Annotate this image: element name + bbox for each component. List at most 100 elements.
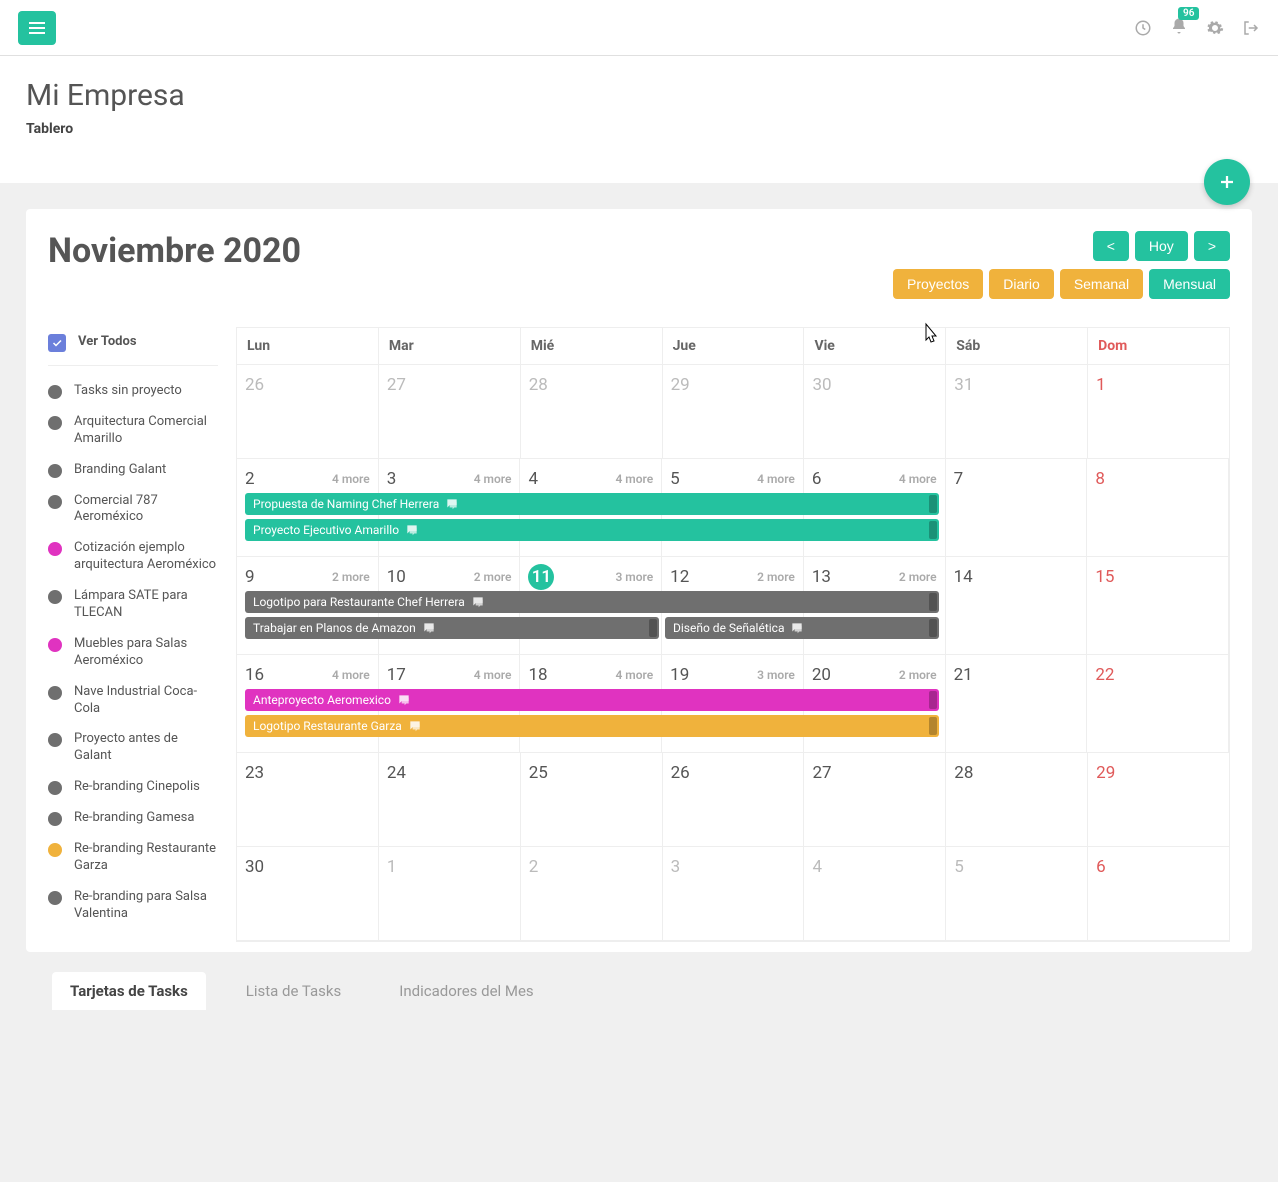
calendar-event[interactable]: Proyecto Ejecutivo Amarillo (245, 519, 939, 541)
event-handle[interactable] (929, 593, 937, 611)
tab-lista[interactable]: Lista de Tasks (228, 972, 359, 1010)
calendar-day[interactable]: 2 (521, 847, 663, 940)
calendar-day[interactable]: 26 (663, 753, 805, 846)
calendar-day[interactable]: 14 (946, 557, 1088, 654)
more-link[interactable]: 4 more (899, 472, 937, 486)
event-handle[interactable] (929, 619, 937, 637)
calendar-day[interactable]: 25 (521, 753, 663, 846)
event-handle[interactable] (649, 619, 657, 637)
gear-icon[interactable] (1206, 19, 1224, 37)
calendar-day[interactable]: 4 (804, 847, 946, 940)
view-mensual-button[interactable]: Mensual (1149, 269, 1230, 299)
sidebar-item[interactable]: Arquitectura Comercial Amarillo (48, 407, 218, 455)
calendar-day[interactable]: 26 (237, 365, 379, 458)
view-diario-button[interactable]: Diario (989, 269, 1054, 299)
calendar-day[interactable]: 29 (663, 365, 805, 458)
sidebar-all[interactable]: Ver Todos (48, 327, 218, 359)
more-link[interactable]: 3 more (757, 668, 795, 682)
calendar-day[interactable]: 15 (1087, 557, 1229, 654)
project-dot-icon (48, 385, 62, 399)
calendar-day[interactable]: 27 (804, 753, 946, 846)
sidebar-item[interactable]: Comercial 787 Aeroméxico (48, 486, 218, 534)
more-link[interactable]: 2 more (899, 570, 937, 584)
sidebar-item[interactable]: Branding Galant (48, 455, 218, 486)
tab-tarjetas[interactable]: Tarjetas de Tasks (52, 972, 206, 1010)
sidebar-item-label: Cotización ejemplo arquitectura Aeroméxi… (74, 540, 218, 574)
more-link[interactable]: 4 more (474, 668, 512, 682)
calendar-panel: Noviembre 2020 < Hoy > Proyectos Diario … (26, 209, 1252, 952)
day-number: 30 (812, 375, 831, 395)
day-header: Vie (804, 328, 946, 365)
chat-icon (422, 621, 436, 635)
calendar-day[interactable]: 1 (1088, 365, 1229, 458)
event-handle[interactable] (929, 691, 937, 709)
next-button[interactable]: > (1194, 231, 1230, 261)
sidebar-item[interactable]: Cotización ejemplo arquitectura Aeroméxi… (48, 533, 218, 581)
calendar-day[interactable]: 3 (663, 847, 805, 940)
calendar-day[interactable]: 28 (521, 365, 663, 458)
notifications-button[interactable]: 96 (1170, 17, 1188, 39)
calendar-day[interactable]: 21 (946, 655, 1088, 752)
calendar-event[interactable]: Logotipo Restaurante Garza (245, 715, 939, 737)
calendar-day[interactable]: 23 (237, 753, 379, 846)
clock-icon[interactable] (1134, 19, 1152, 37)
calendar-day[interactable]: 8 (1087, 459, 1229, 556)
more-link[interactable]: 4 more (615, 668, 653, 682)
more-link[interactable]: 2 more (332, 570, 370, 584)
calendar-day[interactable]: 24 (379, 753, 521, 846)
calendar-day[interactable]: 1 (379, 847, 521, 940)
tab-indicadores[interactable]: Indicadores del Mes (381, 972, 551, 1010)
event-handle[interactable] (929, 495, 937, 513)
hamburger-icon (29, 22, 45, 34)
more-link[interactable]: 2 more (899, 668, 937, 682)
sidebar-item[interactable]: Proyecto antes de Galant (48, 724, 218, 772)
project-dot-icon (48, 686, 62, 700)
calendar-event[interactable]: Logotipo para Restaurante Chef Herrera (245, 591, 939, 613)
project-dot-icon (48, 638, 62, 652)
sidebar-item[interactable]: Tasks sin proyecto (48, 376, 218, 407)
prev-button[interactable]: < (1093, 231, 1129, 261)
view-proyectos-button[interactable]: Proyectos (893, 269, 983, 299)
calendar-day[interactable]: 29 (1088, 753, 1229, 846)
event-handle[interactable] (929, 521, 937, 539)
more-link[interactable]: 4 more (757, 472, 795, 486)
calendar-day[interactable]: 6 (1088, 847, 1229, 940)
today-button[interactable]: Hoy (1135, 231, 1188, 261)
calendar-controls: < Hoy > Proyectos Diario Semanal Mensual (893, 231, 1230, 307)
event-handle[interactable] (929, 717, 937, 735)
calendar-event[interactable]: Trabajar en Planos de Amazon (245, 617, 659, 639)
more-link[interactable]: 4 more (332, 472, 370, 486)
menu-toggle[interactable] (18, 11, 56, 45)
sidebar-item[interactable]: Re-branding Gamesa (48, 803, 218, 834)
sidebar-item[interactable]: Lámpara SATE para TLECAN (48, 581, 218, 629)
sidebar-item[interactable]: Re-branding Cinepolis (48, 772, 218, 803)
calendar-day[interactable]: 7 (946, 459, 1088, 556)
day-number: 11 (528, 564, 554, 590)
day-number: 17 (387, 665, 406, 685)
calendar-event[interactable]: Diseño de Señalética (665, 617, 939, 639)
add-button[interactable] (1204, 159, 1250, 205)
sidebar-item[interactable]: Nave Industrial Coca-Cola (48, 677, 218, 725)
calendar-event[interactable]: Anteproyecto Aeromexico (245, 689, 939, 711)
calendar-event[interactable]: Propuesta de Naming Chef Herrera (245, 493, 939, 515)
more-link[interactable]: 4 more (474, 472, 512, 486)
more-link[interactable]: 4 more (332, 668, 370, 682)
chat-icon (790, 621, 804, 635)
more-link[interactable]: 4 more (615, 472, 653, 486)
calendar-day[interactable]: 30 (804, 365, 946, 458)
more-link[interactable]: 2 more (474, 570, 512, 584)
more-link[interactable]: 3 more (615, 570, 653, 584)
calendar-day[interactable]: 30 (237, 847, 379, 940)
logout-icon[interactable] (1242, 19, 1260, 37)
sidebar-item[interactable]: Re-branding para Salsa Valentina (48, 882, 218, 930)
sidebar-item[interactable]: Muebles para Salas Aeroméxico (48, 629, 218, 677)
more-link[interactable]: 2 more (757, 570, 795, 584)
view-semanal-button[interactable]: Semanal (1060, 269, 1143, 299)
calendar-day[interactable]: 31 (946, 365, 1088, 458)
calendar-day[interactable]: 28 (946, 753, 1088, 846)
calendar-day[interactable]: 22 (1087, 655, 1229, 752)
calendar-day[interactable]: 5 (946, 847, 1088, 940)
sidebar-item[interactable]: Re-branding Restaurante Garza (48, 834, 218, 882)
sidebar-item-label: Re-branding Gamesa (74, 810, 194, 827)
calendar-day[interactable]: 27 (379, 365, 521, 458)
